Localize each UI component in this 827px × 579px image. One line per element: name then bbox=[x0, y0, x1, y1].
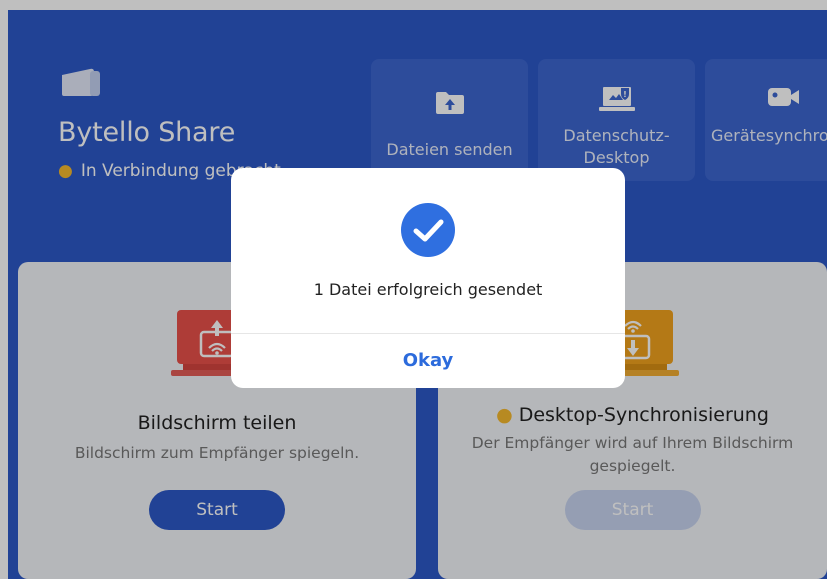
success-dialog: 1 Datei erfolgreich gesendet Okay bbox=[231, 168, 625, 388]
okay-button[interactable]: Okay bbox=[231, 334, 625, 388]
dialog-message: 1 Datei erfolgreich gesendet bbox=[313, 280, 543, 299]
checkmark-icon bbox=[400, 202, 456, 263]
